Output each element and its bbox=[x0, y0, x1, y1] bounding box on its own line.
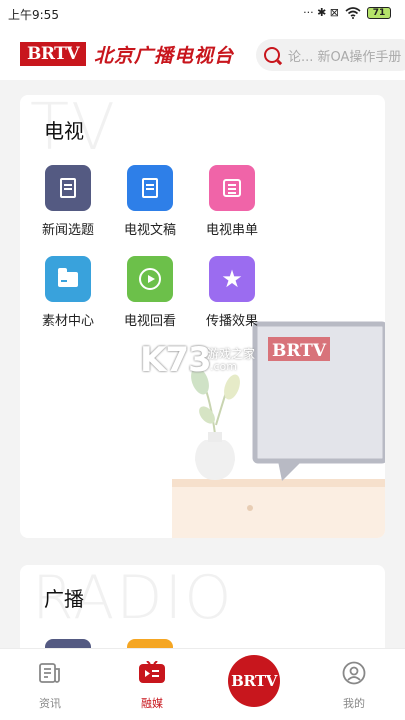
app-header: BRTV 北京广播电视台 论... 新OA操作手册 bbox=[0, 28, 405, 80]
tv-rundown-icon bbox=[209, 165, 255, 211]
tv-section-title: 电视 bbox=[44, 119, 84, 143]
menu-label: 电视文稿 bbox=[123, 223, 176, 238]
star-effect-icon: ★ bbox=[209, 256, 255, 302]
search-input[interactable]: 论... 新OA操作手册 bbox=[256, 39, 405, 71]
menu-spread-effect[interactable]: ★ 传播效果 bbox=[197, 256, 267, 329]
wifi-icon bbox=[345, 6, 361, 19]
menu-label: 电视回看 bbox=[123, 314, 176, 329]
search-icon bbox=[264, 47, 280, 63]
material-folder-icon bbox=[45, 256, 91, 302]
status-icons: ··· ✱ ⊠ bbox=[303, 6, 339, 19]
menu-news-topic[interactable]: 新闻选题 bbox=[33, 165, 103, 238]
brtv-logo: BRTV bbox=[20, 42, 86, 66]
search-placeholder: 论... 新OA操作手册 bbox=[288, 49, 402, 65]
tv-section-card: TV BRTV 电视 新闻选题 电视文稿 电视串单 素材中心 电视回看 ★ 传播… bbox=[20, 95, 385, 538]
status-indicators: ··· ✱ ⊠ 71 bbox=[303, 6, 391, 19]
tab-media[interactable]: 融媒 bbox=[122, 660, 182, 711]
news-tab-icon bbox=[39, 663, 60, 683]
news-topic-icon bbox=[45, 165, 91, 211]
tv-replay-icon bbox=[127, 256, 173, 302]
media-tab-icon bbox=[139, 660, 165, 683]
tab-label: 我的 bbox=[343, 697, 365, 710]
station-name: 北京广播电视台 bbox=[94, 45, 235, 67]
menu-tv-replay[interactable]: 电视回看 bbox=[115, 256, 185, 329]
menu-tv-script[interactable]: 电视文稿 bbox=[115, 165, 185, 238]
tv-screen-logo: BRTV bbox=[272, 341, 327, 361]
tv-script-icon bbox=[127, 165, 173, 211]
menu-label: 传播效果 bbox=[205, 314, 258, 329]
profile-tab-icon bbox=[342, 661, 366, 685]
menu-label: 素材中心 bbox=[41, 314, 94, 329]
tab-news[interactable]: 资讯 bbox=[20, 661, 80, 711]
tab-label: 资讯 bbox=[39, 697, 61, 710]
tab-label: 融媒 bbox=[141, 697, 163, 710]
menu-tv-rundown[interactable]: 电视串单 bbox=[197, 165, 267, 238]
menu-label: 新闻选题 bbox=[41, 223, 94, 238]
menu-material-center[interactable]: 素材中心 bbox=[33, 256, 103, 329]
watermark-domain: .com bbox=[210, 360, 237, 373]
tab-profile[interactable]: 我的 bbox=[324, 661, 384, 711]
radio-section-title: 广播 bbox=[44, 587, 84, 611]
bottom-tab-bar: 资讯 融媒 BRTV 我的 bbox=[0, 648, 405, 720]
status-bar: 上午9:55 ··· ✱ ⊠ 71 bbox=[0, 0, 405, 28]
watermark: K73 bbox=[140, 340, 212, 380]
menu-label: 电视串单 bbox=[205, 223, 258, 238]
battery-icon: 71 bbox=[367, 6, 391, 19]
brtv-center-button[interactable]: BRTV bbox=[228, 655, 280, 707]
status-time: 上午9:55 bbox=[8, 8, 59, 22]
